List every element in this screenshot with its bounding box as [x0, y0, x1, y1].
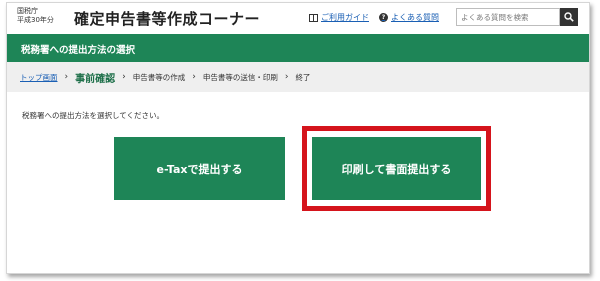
faq-link-label: よくある質問: [391, 13, 439, 22]
guide-link-label: ご利用ガイド: [321, 13, 369, 22]
print-submit-button[interactable]: 印刷して書面提出する: [312, 137, 481, 200]
search-icon: [564, 12, 574, 22]
breadcrumb: トップ画面 › 事前確認 › 申告書等の作成 › 申告書等の送信・印刷 › 終了: [7, 62, 589, 92]
page-title: 税務署への提出方法の選択: [21, 45, 136, 56]
breadcrumb-separator: ›: [64, 72, 69, 82]
breadcrumb-current-step: 事前確認: [75, 73, 116, 85]
breadcrumb-top-link[interactable]: トップ画面: [20, 72, 58, 83]
site-header: 国税庁 平成30年分 確定申告書等作成コーナー ご利用ガイド ? よくある質問: [7, 3, 589, 33]
search-button[interactable]: [560, 8, 578, 26]
breadcrumb-separator: ›: [192, 72, 196, 82]
agency-info: 国税庁 平成30年分: [17, 7, 54, 25]
etax-submit-button[interactable]: e-Taxで提出する: [114, 137, 285, 200]
tax-year: 平成30年分: [17, 16, 54, 24]
instruction-text: 税務署への提出方法を選択してください。: [22, 111, 165, 120]
app-title: 確定申告書等作成コーナー: [74, 10, 261, 28]
faq-link[interactable]: ? よくある質問: [379, 12, 439, 23]
breadcrumb-step-send-print: 申告書等の送信・印刷: [202, 72, 278, 82]
breadcrumb-separator: ›: [122, 72, 126, 82]
agency-name: 国税庁: [17, 7, 38, 15]
breadcrumb-step-finish: 終了: [295, 72, 311, 82]
page-title-bar: 税務署への提出方法の選択: [7, 34, 589, 62]
book-icon: [309, 13, 318, 22]
breadcrumb-step-create: 申告書等の作成: [132, 72, 186, 82]
guide-link[interactable]: ご利用ガイド: [309, 12, 369, 23]
question-icon: ?: [379, 13, 388, 22]
browser-content-frame: 国税庁 平成30年分 確定申告書等作成コーナー ご利用ガイド ? よくある質問 …: [6, 2, 590, 274]
faq-search-input[interactable]: [456, 8, 560, 26]
breadcrumb-separator: ›: [284, 72, 289, 82]
